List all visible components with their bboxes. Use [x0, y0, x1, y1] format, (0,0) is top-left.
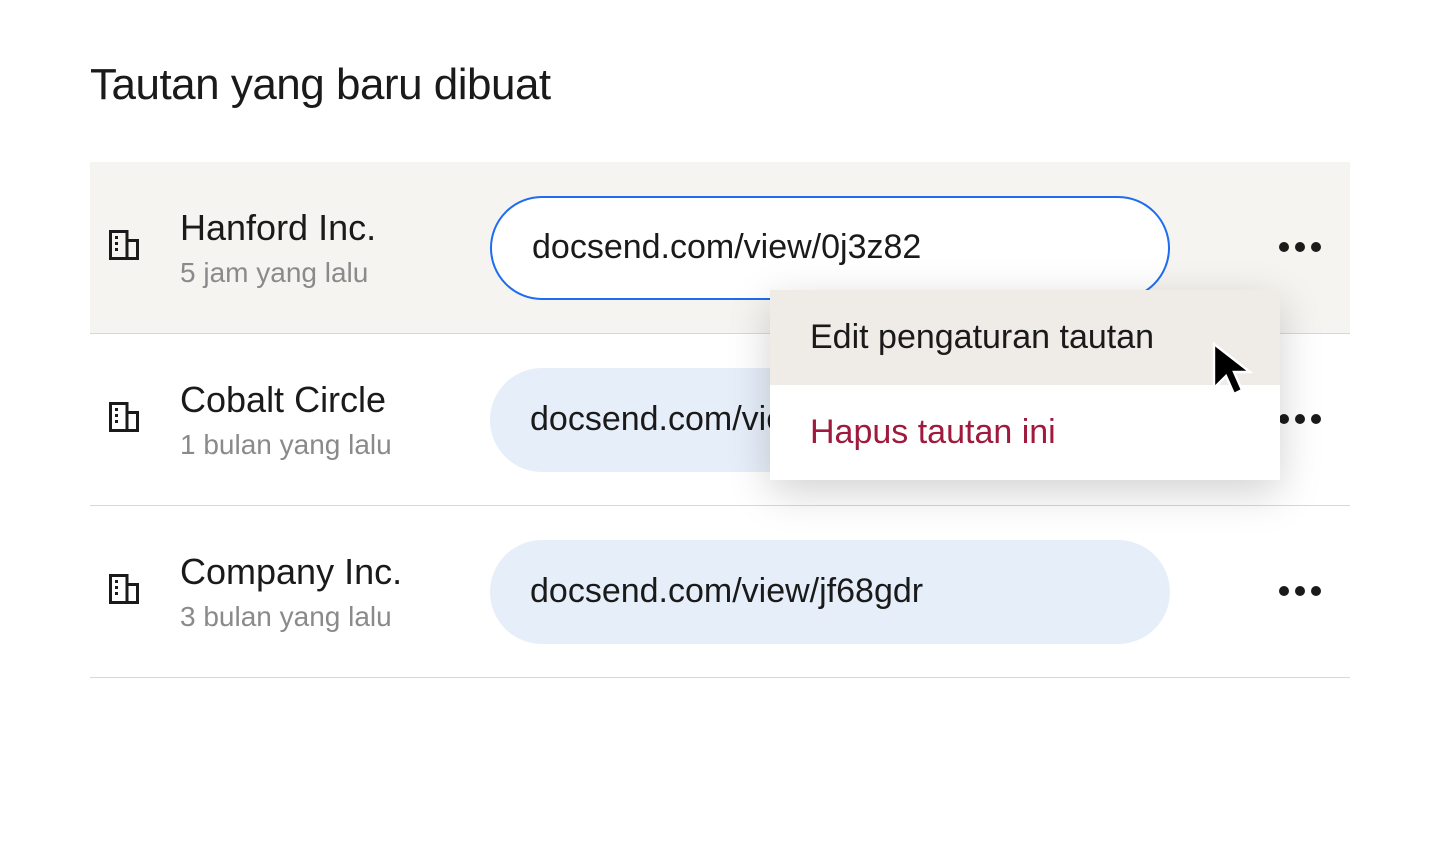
building-icon: [106, 227, 142, 268]
row-actions: [1250, 220, 1350, 275]
more-actions-button[interactable]: [1256, 220, 1344, 275]
timestamp-label: 3 bulan yang lalu: [180, 601, 490, 633]
more-actions-button[interactable]: [1256, 564, 1344, 619]
link-url-pill[interactable]: docsend.com/view/jf68gdr: [490, 540, 1170, 644]
company-info: Company Inc. 3 bulan yang lalu: [180, 550, 490, 633]
page-title: Tautan yang baru dibuat: [90, 60, 1350, 110]
menu-item-edit[interactable]: Edit pengaturan tautan: [770, 290, 1280, 385]
link-url-pill[interactable]: docsend.com/view/0j3z82: [490, 196, 1170, 300]
company-info: Hanford Inc. 5 jam yang lalu: [180, 206, 490, 289]
building-icon: [106, 571, 142, 612]
dots-horizontal-icon: [1276, 584, 1324, 599]
company-icon-cell: [90, 399, 180, 440]
dots-horizontal-icon: [1276, 412, 1324, 427]
company-icon-cell: [90, 227, 180, 268]
company-name: Hanford Inc.: [180, 206, 490, 249]
link-cell: docsend.com/view/0j3z82: [490, 196, 1250, 300]
link-cell: docsend.com/view/jf68gdr: [490, 540, 1250, 644]
company-name: Company Inc.: [180, 550, 490, 593]
link-row[interactable]: Company Inc. 3 bulan yang lalu docsend.c…: [90, 506, 1350, 678]
company-name: Cobalt Circle: [180, 378, 490, 421]
recent-links-panel: Tautan yang baru dibuat Hanford Inc. 5 j…: [0, 0, 1440, 678]
building-icon: [106, 399, 142, 440]
menu-item-delete[interactable]: Hapus tautan ini: [770, 385, 1280, 480]
context-menu: Edit pengaturan tautan Hapus tautan ini: [770, 290, 1280, 480]
row-actions: [1250, 564, 1350, 619]
timestamp-label: 5 jam yang lalu: [180, 257, 490, 289]
timestamp-label: 1 bulan yang lalu: [180, 429, 490, 461]
dots-horizontal-icon: [1276, 240, 1324, 255]
company-icon-cell: [90, 571, 180, 612]
company-info: Cobalt Circle 1 bulan yang lalu: [180, 378, 490, 461]
